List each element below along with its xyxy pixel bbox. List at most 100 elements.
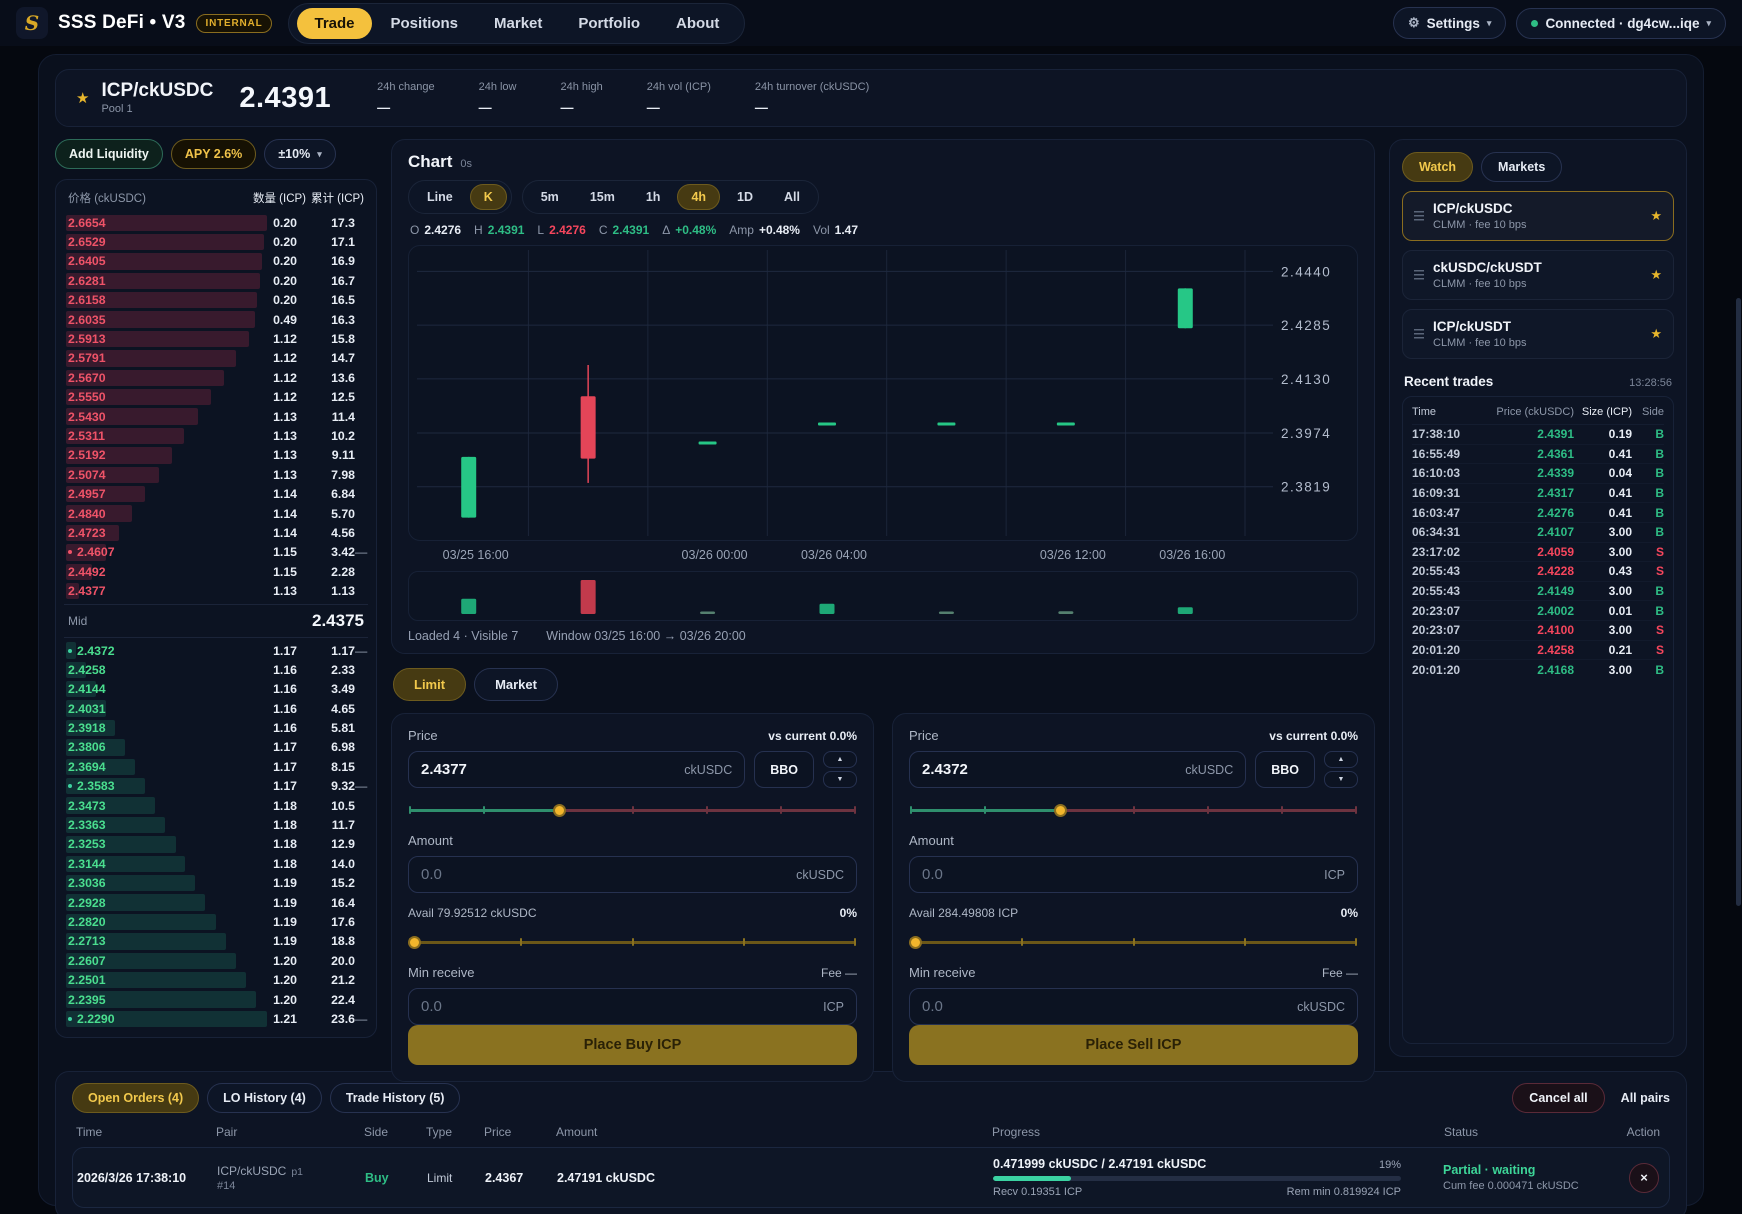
- orderbook-row-ask[interactable]: 2.56701.1213.6: [64, 368, 368, 387]
- trade-row[interactable]: 17:38:102.43910.19B: [1412, 425, 1664, 445]
- nav-item-portfolio[interactable]: Portfolio: [561, 8, 657, 39]
- orderbook-row-ask[interactable]: 2.49571.146.84: [64, 484, 368, 503]
- orderbook-row-bid[interactable]: 2.40311.164.65: [64, 699, 368, 718]
- page-scrollbar[interactable]: [1736, 298, 1741, 906]
- timeframe-5m[interactable]: 5m: [527, 184, 573, 210]
- sell-amount-slider-knob[interactable]: [909, 936, 922, 949]
- timeframe-all[interactable]: All: [770, 184, 814, 210]
- orderbook-row-bid[interactable]: 2.41441.163.49: [64, 680, 368, 699]
- buy-amount-slider-knob[interactable]: [408, 936, 421, 949]
- nav-item-about[interactable]: About: [659, 8, 736, 39]
- sell-amount-slider[interactable]: [911, 935, 1356, 949]
- buy-amount-input[interactable]: [421, 866, 788, 883]
- orderbook-row-bid[interactable]: 2.38061.176.98: [64, 738, 368, 757]
- chart-mode-k[interactable]: K: [470, 184, 507, 210]
- buy-price-increment-button[interactable]: ▲: [823, 751, 857, 768]
- orderbook-row-bid[interactable]: 2.34731.1810.5: [64, 796, 368, 815]
- orderbook-row-bid[interactable]: 2.35831.179.32—: [64, 777, 368, 796]
- orderbook-row-ask[interactable]: 2.65290.2017.1: [64, 232, 368, 251]
- favorite-star-icon[interactable]: ★: [1650, 208, 1662, 224]
- favorite-star-icon[interactable]: ★: [1650, 267, 1662, 283]
- orderbook-row-bid[interactable]: 2.30361.1915.2: [64, 874, 368, 893]
- trade-row[interactable]: 16:10:032.43390.04B: [1412, 464, 1664, 484]
- sell-price-input[interactable]: [922, 761, 1177, 778]
- watch-tab-markets[interactable]: Markets: [1481, 152, 1562, 182]
- favorite-star-icon[interactable]: ★: [1650, 326, 1662, 342]
- trade-row[interactable]: 20:01:202.41683.00B: [1412, 660, 1664, 680]
- chart-mode-line[interactable]: Line: [413, 184, 467, 210]
- trade-row[interactable]: 16:55:492.43610.41B: [1412, 445, 1664, 465]
- buy-amount-slider[interactable]: [410, 935, 855, 949]
- orderbook-row-ask[interactable]: 2.62810.2016.7: [64, 271, 368, 290]
- orderbook-row-ask[interactable]: 2.64050.2016.9: [64, 252, 368, 271]
- orderbook-row-ask[interactable]: 2.57911.1214.7: [64, 349, 368, 368]
- timeframe-1h[interactable]: 1h: [632, 184, 675, 210]
- orderbook-row-bid[interactable]: 2.42581.162.33: [64, 660, 368, 679]
- orderbook-row-ask[interactable]: 2.60350.4916.3: [64, 310, 368, 329]
- nav-item-market[interactable]: Market: [477, 8, 559, 39]
- cancel-order-button[interactable]: ×: [1629, 1163, 1659, 1193]
- apy-badge-button[interactable]: APY 2.6%: [171, 139, 256, 169]
- orderbook-row-bid[interactable]: 2.32531.1812.9: [64, 835, 368, 854]
- orderbook-row-bid[interactable]: 2.28201.1917.6: [64, 912, 368, 931]
- orderbook-row-ask[interactable]: 2.53111.1310.2: [64, 426, 368, 445]
- orderbook-row-bid[interactable]: 2.39181.165.81: [64, 718, 368, 737]
- sell-price-slider[interactable]: [911, 803, 1356, 817]
- orderbook-row-bid[interactable]: 2.43721.171.17—: [64, 641, 368, 660]
- trade-row[interactable]: 20:23:072.40020.01B: [1412, 601, 1664, 621]
- orderbook-row-ask[interactable]: 2.46071.153.42—: [64, 543, 368, 562]
- orderbook-row-ask[interactable]: 2.66540.2017.3: [64, 213, 368, 232]
- orderbook-row-bid[interactable]: 2.29281.1916.4: [64, 893, 368, 912]
- orderbook-row-bid[interactable]: 2.23951.2022.4: [64, 990, 368, 1009]
- trade-row[interactable]: 16:03:472.42760.41B: [1412, 503, 1664, 523]
- app-logo-icon[interactable]: S: [16, 7, 48, 39]
- cancel-all-button[interactable]: Cancel all: [1512, 1083, 1604, 1113]
- orderbook-row-ask[interactable]: 2.47231.144.56: [64, 523, 368, 542]
- timeframe-1d[interactable]: 1D: [723, 184, 767, 210]
- wallet-connection-button[interactable]: Connected · dg4cw...iqe ▾: [1516, 8, 1726, 39]
- orders-tab[interactable]: Trade History (5): [330, 1083, 461, 1113]
- trade-row[interactable]: 20:23:072.41003.00S: [1412, 621, 1664, 641]
- timeframe-4h[interactable]: 4h: [677, 184, 720, 210]
- orders-tab[interactable]: Open Orders (4): [72, 1083, 199, 1113]
- buy-price-input[interactable]: [421, 761, 676, 778]
- place-sell-order-button[interactable]: Place Sell ICP: [909, 1025, 1358, 1065]
- depth-range-dropdown[interactable]: ±10% ▾: [264, 139, 335, 169]
- trade-row[interactable]: 20:01:202.42580.21S: [1412, 641, 1664, 661]
- orderbook-row-bid[interactable]: 2.26071.2020.0: [64, 951, 368, 970]
- drag-handle-icon[interactable]: [1414, 211, 1424, 221]
- orderbook-row-bid[interactable]: 2.25011.2021.2: [64, 970, 368, 989]
- buy-price-decrement-button[interactable]: ▼: [823, 771, 857, 788]
- watch-tab-watch[interactable]: Watch: [1402, 152, 1473, 182]
- orderbook-row-ask[interactable]: 2.43771.131.13: [64, 581, 368, 600]
- add-liquidity-button[interactable]: Add Liquidity: [55, 139, 163, 169]
- sell-price-decrement-button[interactable]: ▼: [1324, 771, 1358, 788]
- trade-row[interactable]: 16:09:312.43170.41B: [1412, 484, 1664, 504]
- orderbook-row-ask[interactable]: 2.51921.139.11: [64, 446, 368, 465]
- settings-button[interactable]: ⚙ Settings ▾: [1393, 7, 1506, 39]
- orderbook-row-ask[interactable]: 2.50741.137.98: [64, 465, 368, 484]
- drag-handle-icon[interactable]: [1414, 329, 1424, 339]
- sell-price-increment-button[interactable]: ▲: [1324, 751, 1358, 768]
- orderbook-row-bid[interactable]: 2.27131.1918.8: [64, 932, 368, 951]
- trade-row[interactable]: 20:55:432.41493.00B: [1412, 582, 1664, 602]
- order-type-tab-market[interactable]: Market: [474, 668, 558, 701]
- chart-plot[interactable]: 2.44402.42852.41302.39742.3819: [408, 245, 1358, 541]
- orderbook-row-ask[interactable]: 2.48401.145.70: [64, 504, 368, 523]
- orderbook-row-bid[interactable]: 2.31441.1814.0: [64, 854, 368, 873]
- nav-item-trade[interactable]: Trade: [297, 8, 371, 39]
- orderbook-row-bid[interactable]: 2.36941.178.15: [64, 757, 368, 776]
- favorite-star-icon[interactable]: ★: [76, 89, 89, 107]
- orderbook-row-bid[interactable]: 2.33631.1811.7: [64, 815, 368, 834]
- nav-item-positions[interactable]: Positions: [374, 8, 476, 39]
- sell-price-slider-knob[interactable]: [1054, 804, 1067, 817]
- trade-row[interactable]: 23:17:022.40593.00S: [1412, 543, 1664, 563]
- drag-handle-icon[interactable]: [1414, 270, 1424, 280]
- orderbook-row-ask[interactable]: 2.55501.1212.5: [64, 388, 368, 407]
- orderbook-row-ask[interactable]: 2.44921.152.28: [64, 562, 368, 581]
- timeframe-15m[interactable]: 15m: [576, 184, 629, 210]
- orderbook-row-ask[interactable]: 2.59131.1215.8: [64, 329, 368, 348]
- sell-min-receive-input[interactable]: [922, 998, 1289, 1015]
- watch-item-ckusdc-ckusdt[interactable]: ckUSDC/ckUSDTCLMM · fee 10 bps★: [1402, 250, 1674, 300]
- buy-min-receive-input[interactable]: [421, 998, 815, 1015]
